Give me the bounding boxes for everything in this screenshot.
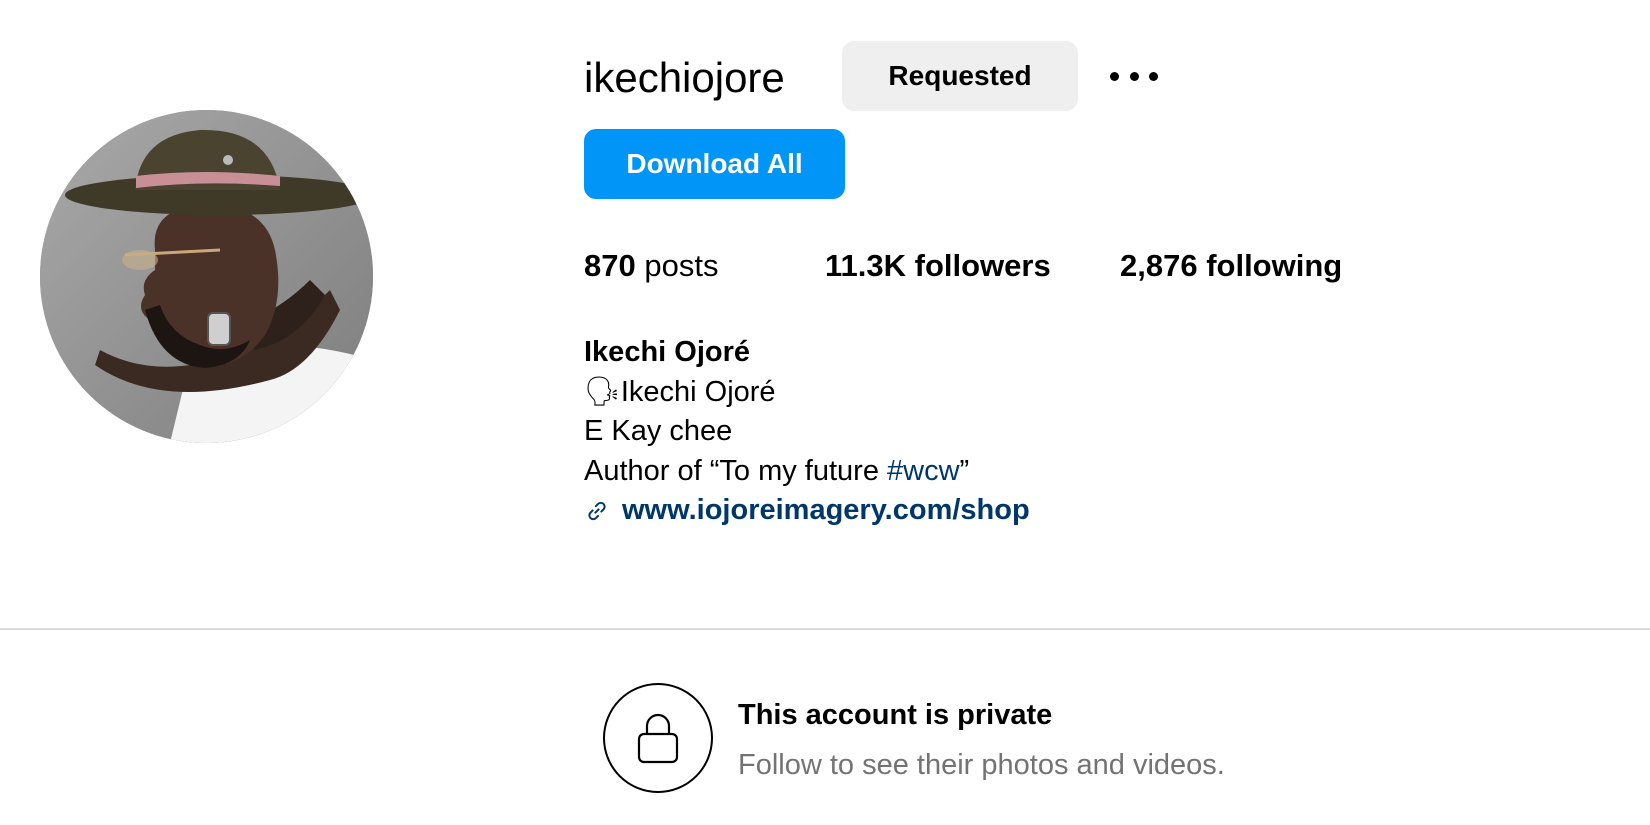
- requested-button[interactable]: Requested: [842, 41, 1078, 111]
- bio-line: E Kay chee: [584, 415, 733, 447]
- profile-page: ikechiojore Requested Download All 870 p…: [0, 0, 1650, 825]
- avatar[interactable]: [40, 110, 373, 443]
- bio-line: Author of “To my future #wcw”: [584, 452, 1030, 492]
- posts-count-label: posts: [635, 248, 719, 283]
- bio-text: ”: [959, 454, 970, 487]
- section-divider: [0, 628, 1650, 630]
- website-link[interactable]: www.iojoreimagery.com/shop: [622, 491, 1030, 531]
- private-account-subtitle: Follow to see their photos and videos.: [738, 749, 1225, 781]
- followers-count-value: 11.3K: [825, 248, 907, 283]
- bio-text: Author of “To my future: [584, 454, 888, 487]
- bio-website[interactable]: www.iojoreimagery.com/shop: [584, 491, 1030, 531]
- profile-username: ikechiojore: [584, 54, 785, 101]
- link-icon: [588, 501, 606, 520]
- more-horizontal-icon: [1149, 71, 1158, 81]
- more-horizontal-icon: [1110, 71, 1119, 81]
- download-all-button[interactable]: Download All: [584, 129, 845, 199]
- profile-full-name: Ikechi Ojoré: [584, 336, 751, 368]
- following-count-value: 2,876: [1120, 248, 1198, 283]
- bio-line: 🗣Ikechi Ojoré: [584, 375, 776, 408]
- followers-count[interactable]: 11.3K followers: [825, 246, 1051, 286]
- lock-badge: [603, 683, 713, 793]
- posts-count: 870 posts: [584, 246, 718, 286]
- following-count[interactable]: 2,876 following: [1120, 246, 1342, 286]
- profile-bio: Ikechi Ojoré 🗣Ikechi Ojoré E Kay chee Au…: [584, 333, 1030, 531]
- lock-icon: [637, 713, 679, 764]
- followers-count-label: followers: [906, 248, 1051, 283]
- following-count-label: following: [1197, 248, 1343, 283]
- posts-count-value: 870: [584, 248, 636, 283]
- profile-photo: [40, 110, 373, 443]
- more-options-button[interactable]: [1106, 58, 1162, 94]
- private-account-title: This account is private: [738, 699, 1053, 731]
- hashtag-link[interactable]: #wcw: [887, 455, 960, 487]
- more-horizontal-icon: [1129, 71, 1139, 81]
